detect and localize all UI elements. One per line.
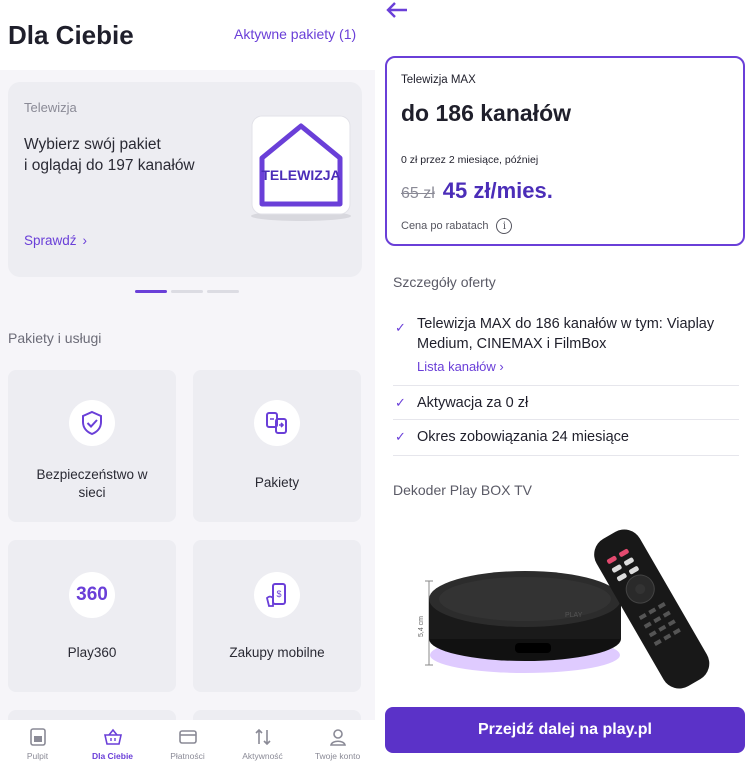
promo-terms: 0 zł przez 2 miesiące, później — [401, 154, 539, 166]
new-price: 45 zł/mies. — [442, 178, 553, 203]
check-icon: ✓ — [395, 429, 406, 444]
page-title: Dla Ciebie — [8, 20, 134, 50]
tile-label: Bezpieczeństwo w sieci — [36, 467, 148, 500]
check-icon: ✓ — [395, 320, 406, 335]
tile-mobile-purchases[interactable]: $ Zakupy mobilne — [193, 540, 361, 692]
check-link-label: Sprawdź — [24, 233, 77, 248]
detail-item: ✓ Telewizja MAX do 186 kanałów w tym: Vi… — [393, 308, 739, 386]
nav-activity[interactable]: Aktywność — [225, 720, 300, 768]
transfer-arrows-icon — [254, 728, 271, 746]
tile-label: Play360 — [67, 645, 117, 660]
carousel-dot[interactable] — [171, 290, 203, 293]
tile-security[interactable]: Bezpieczeństwo w sieci — [8, 370, 176, 522]
nav-label: Aktywność — [242, 751, 283, 761]
mobile-payment-icon: $ — [254, 572, 300, 618]
tile-label: Zakupy mobilne — [229, 645, 325, 660]
tile-label: Pakiety — [254, 475, 300, 490]
nav-label: Płatności — [170, 751, 205, 761]
chevron-right-icon: › — [82, 233, 88, 248]
detail-text: Okres zobowiązania 24 miesiące — [417, 429, 629, 445]
price-note-text: Cena po rabatach — [401, 220, 489, 232]
header: Dla Ciebie Aktywne pakiety (1) — [0, 0, 375, 70]
carousel-dot[interactable] — [135, 290, 167, 293]
detail-item: ✓ Aktywacja za 0 zł — [393, 386, 739, 420]
nav-label: Pulpit — [26, 751, 49, 761]
card-icon — [178, 730, 197, 744]
package-swap-icon — [254, 400, 300, 446]
continue-to-play-button[interactable]: Przejdź dalej na play.pl — [385, 707, 745, 753]
price-row: 65 zł 45 zł/mies. — [401, 178, 553, 204]
decoder-image: 5,4 cm PLAY — [418, 529, 710, 689]
offer-card: Telewizja MAX do 186 kanałów 0 zł przez … — [385, 56, 745, 246]
section-label: Pakiety i usługi — [8, 330, 102, 346]
details-title: Szczegóły oferty — [393, 274, 496, 290]
dimension-label: 5,4 cm — [418, 616, 425, 637]
detail-text: Telewizja MAX do 186 kanałów w tym: Viap… — [417, 316, 715, 352]
detail-text: Aktywacja za 0 zł — [417, 395, 529, 411]
tv-badge-text: TELEWIZJA — [261, 167, 340, 183]
nav-account[interactable]: Twoje konto — [300, 720, 375, 768]
check-link[interactable]: Sprawdź › — [24, 233, 87, 248]
price-note: Cena po rabatach i — [401, 218, 513, 234]
channel-list-link[interactable]: Lista kanałów › — [417, 359, 504, 374]
user-icon — [329, 729, 346, 746]
old-price: 65 zł — [401, 185, 435, 202]
tile-play360[interactable]: 360 Play360 — [8, 540, 176, 692]
play360-icon: 360 — [69, 572, 115, 618]
svg-text:$: $ — [276, 589, 281, 599]
carousel-dot[interactable] — [207, 290, 239, 293]
check-icon: ✓ — [395, 395, 406, 410]
nav-for-you[interactable]: Dla Ciebie — [75, 720, 150, 768]
plan-name: Telewizja MAX — [401, 74, 476, 86]
back-arrow-icon[interactable] — [385, 0, 409, 20]
channel-count: do 186 kanałów — [401, 100, 572, 126]
play360-icon-text: 360 — [76, 584, 108, 605]
nav-label: Dla Ciebie — [91, 751, 134, 761]
bottom-nav: Pulpit Dla Ciebie Płatności Aktywność Tw… — [0, 720, 375, 768]
basket-icon — [103, 728, 122, 745]
screen: Dla Ciebie Aktywne pakiety (1) Telewizja… — [0, 0, 750, 768]
promo-text: Wybierz swój pakiet i oglądaj do 197 kan… — [24, 136, 195, 174]
shield-check-icon — [69, 400, 115, 446]
brand-mark: PLAY — [565, 612, 583, 619]
tile-packages[interactable]: Pakiety — [193, 370, 361, 522]
info-icon[interactable]: i — [496, 218, 513, 234]
offer-screen: Telewizja MAX do 186 kanałów 0 zł przez … — [375, 0, 750, 768]
decoder-title: Dekoder Play BOX TV — [393, 482, 533, 498]
carousel-indicator — [135, 290, 239, 293]
for-you-screen: Dla Ciebie Aktywne pakiety (1) Telewizja… — [0, 0, 375, 768]
nav-dashboard[interactable]: Pulpit — [0, 720, 75, 768]
promo-tag: Telewizja — [24, 100, 77, 115]
channel-list-link-label: Lista kanałów — [417, 359, 496, 374]
chevron-right-icon: › — [499, 359, 504, 374]
dashboard-icon — [29, 728, 46, 746]
tv-promo-card[interactable]: Telewizja Wybierz swój pakiet i oglądaj … — [8, 82, 362, 277]
tv-package-icon: TELEWIZJA — [251, 115, 351, 221]
nav-label: Twoje konto — [314, 751, 361, 761]
detail-item: ✓ Okres zobowiązania 24 miesiące — [393, 420, 739, 456]
nav-payments[interactable]: Płatności — [150, 720, 225, 768]
active-packages-link[interactable]: Aktywne pakiety (1) — [234, 26, 356, 42]
